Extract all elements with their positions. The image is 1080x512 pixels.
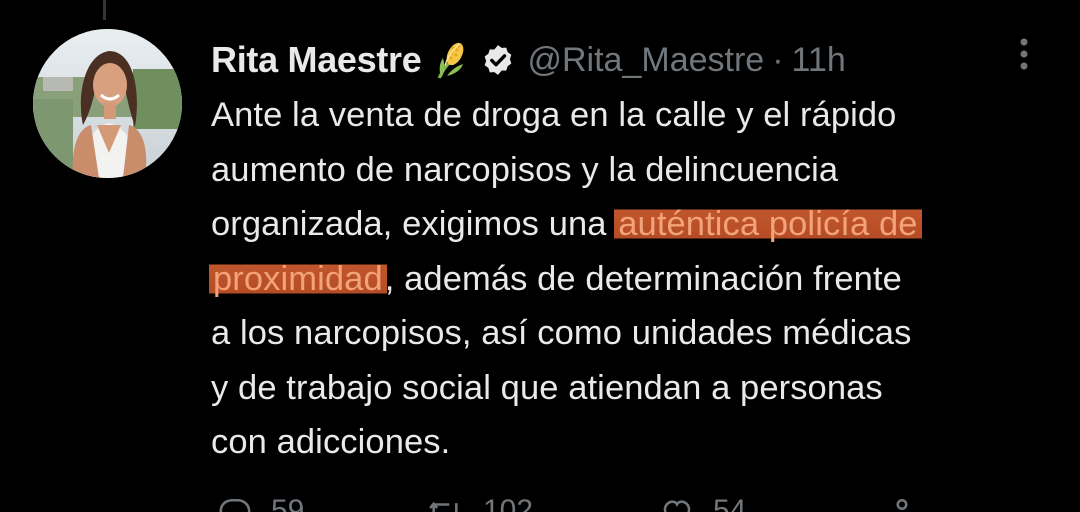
tweet-text-line: proximidad, además de determinación fren… [209, 252, 1061, 307]
tweet-text-line: Ante la venta de droga en la calle y el … [211, 88, 1061, 143]
share-icon [896, 498, 908, 511]
like-button[interactable]: 54 [659, 496, 746, 512]
tweet-text-line: organizada, exigimos una auténtica polic… [211, 197, 1061, 252]
highlighted-text: proximidad [209, 259, 387, 298]
retweet-icon [429, 501, 458, 512]
author-handle[interactable]: @Rita_Maestre [527, 41, 764, 80]
tweet-timestamp[interactable]: 11h [792, 41, 846, 80]
like-count: 54 [713, 494, 747, 512]
tweet-text-line: aumento de narcopisos y la delincuencia [211, 143, 1061, 198]
thread-connector-line [103, 0, 106, 20]
tweet-text-line: con adicciones. [211, 415, 1061, 470]
tweet-text: Ante la venta de droga en la calle y el … [209, 88, 1061, 470]
reply-button[interactable]: 59 [217, 496, 304, 512]
text-segment: con adicciones. [211, 423, 451, 461]
highlighted-text: auténtica policía de [614, 205, 922, 243]
text-segment: organizada, exigimos una [211, 205, 617, 243]
text-segment: a los narcopisos, así como unidades médi… [211, 314, 912, 352]
reply-count: 59 [271, 494, 305, 512]
text-segment: , además de determinación frente [384, 259, 902, 298]
retweet-button[interactable]: 102 [425, 496, 533, 512]
text-segment: y de trabajo social que atiendan a perso… [211, 368, 883, 407]
text-segment: Ante la venta de droga en la calle y el … [211, 96, 897, 134]
more-options-icon[interactable] [1016, 36, 1032, 72]
verified-badge-icon [481, 43, 515, 77]
tweet-text-line: y de trabajo social que atiendan a perso… [211, 361, 1061, 416]
author-name[interactable]: Rita Maestre [211, 39, 422, 81]
heart-icon [663, 500, 691, 512]
corn-ear-icon [433, 40, 469, 80]
avatar-photo [33, 29, 182, 178]
share-button[interactable] [885, 496, 937, 512]
avatar[interactable] [33, 29, 182, 178]
text-segment: aumento de narcopisos y la delincuencia [211, 150, 839, 189]
tweet-actions-bar: 59 102 54 [211, 496, 1031, 512]
retweet-count: 102 [483, 494, 534, 512]
reply-icon [219, 498, 251, 512]
tweet-header: Rita Maestre @Rita_Maestre · 11h [211, 38, 846, 82]
header-separator: · [772, 40, 784, 79]
tweet-text-line: a los narcopisos, así como unidades médi… [211, 306, 1061, 361]
